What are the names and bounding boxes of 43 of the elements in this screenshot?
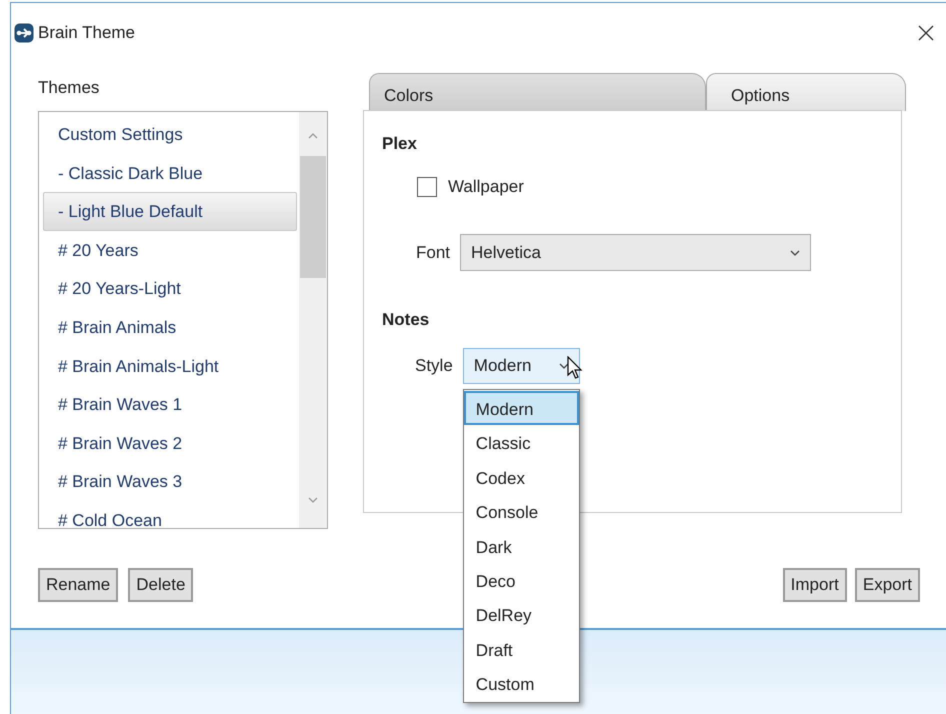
mouse-pointer-icon (567, 356, 583, 380)
dropdown-option[interactable]: DelRey (464, 597, 579, 632)
theme-list-item[interactable]: # 20 Years-Light (43, 269, 297, 308)
theme-list-item[interactable]: # Brain Waves 2 (43, 424, 297, 462)
app-logo-icon (14, 22, 34, 42)
style-label: Style (415, 356, 453, 376)
dropdown-option[interactable]: Draft (464, 632, 579, 666)
dropdown-option[interactable]: Modern (464, 391, 579, 426)
dropdown-option[interactable]: Custom (464, 666, 579, 701)
section-heading: Plex (382, 133, 417, 155)
font-dropdown[interactable]: Helvetica (460, 234, 812, 271)
delete-button[interactable]: Delete (128, 568, 194, 602)
close-icon[interactable] (918, 24, 934, 40)
dropdown-option[interactable]: Codex (464, 460, 579, 494)
theme-list-item[interactable]: # Brain Waves 1 (43, 385, 297, 424)
export-button[interactable]: Export (854, 568, 920, 602)
dropdown-option[interactable]: Classic (464, 425, 579, 460)
chevron-icon (790, 250, 800, 256)
theme-list-item[interactable]: # 20 Years (43, 230, 297, 270)
section-heading: Notes (382, 309, 430, 331)
tab[interactable]: Options (706, 73, 906, 111)
scrollbar[interactable] (299, 112, 327, 528)
scrollbar-thumb[interactable] (300, 156, 326, 278)
dropdown-option[interactable]: Console (464, 494, 579, 529)
dropdown-option[interactable]: Dark (464, 528, 579, 563)
theme-list-item[interactable]: # Brain Waves 3 (43, 462, 297, 501)
theme-list-item[interactable]: Custom Settings (43, 115, 297, 154)
theme-list-item[interactable]: # Cold Ocean (43, 500, 297, 528)
import-button[interactable]: Import (782, 568, 847, 602)
theme-list-item[interactable]: - Light Blue Default (43, 192, 297, 231)
theme-list-item[interactable]: # Brain Animals (43, 308, 297, 347)
style-dropdown[interactable]: Modern (462, 348, 580, 384)
checkbox[interactable] (417, 177, 437, 197)
chevron-icon (558, 363, 569, 369)
font-label: Font (416, 242, 450, 262)
theme-list-item[interactable]: - Classic Dark Blue (43, 154, 297, 192)
themes-label: Themes (38, 77, 100, 99)
theme-list-item[interactable]: # Brain Animals-Light (43, 346, 297, 386)
checkbox-label: Wallpaper (448, 177, 524, 197)
window-title: Brain Theme (38, 22, 136, 42)
dropdown-option[interactable]: Deco (464, 562, 579, 598)
rename-button[interactable]: Rename (38, 568, 118, 602)
tab[interactable]: Colors (369, 73, 706, 111)
